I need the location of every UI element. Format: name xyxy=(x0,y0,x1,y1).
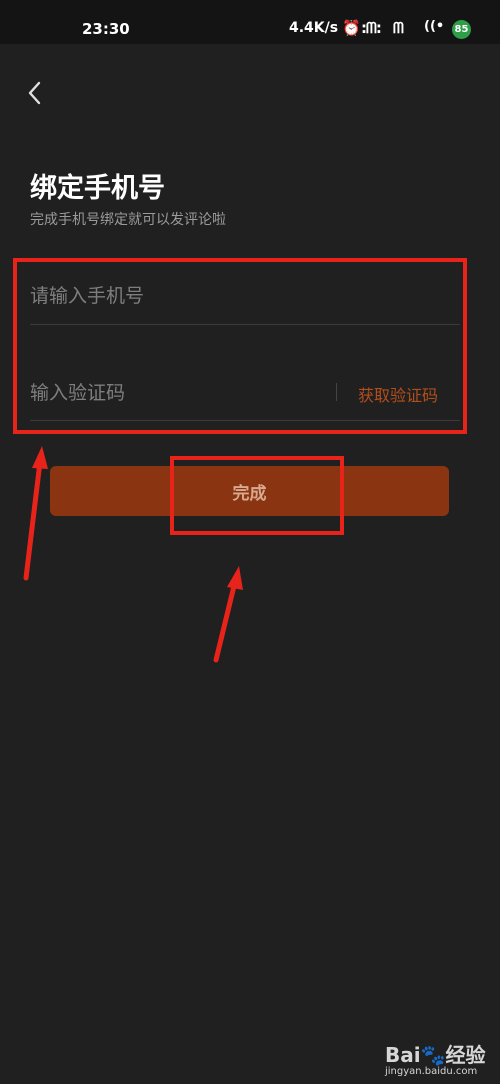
annotation-box-button xyxy=(170,456,344,535)
back-arrow-icon[interactable] xyxy=(24,78,48,108)
network-speed: 4.4K/s xyxy=(289,20,339,36)
watermark-url: jingyan.baidu.com xyxy=(385,1066,478,1077)
arrow-left-head xyxy=(32,446,48,469)
page-subtitle: 完成手机号绑定就可以发评论啦 xyxy=(30,212,226,228)
annotation-box-inputs xyxy=(13,258,467,434)
status-time: 23:30 xyxy=(82,20,130,38)
arrow-center-head xyxy=(227,566,243,590)
baidu-logo: Bai🐾经验 xyxy=(385,1039,486,1068)
baidu-logo-text-3: 经验 xyxy=(445,1043,486,1067)
status-bar: 23:30 4.4K/s ⏰ :ᗰ: ᗰ ((• 85 xyxy=(0,0,500,44)
signal-2-icon: ᗰ xyxy=(393,19,404,37)
battery-icon: 85 xyxy=(452,20,471,39)
page-title: 绑定手机号 xyxy=(30,173,165,204)
signal-icon: :ᗰ: xyxy=(361,19,382,37)
paw-icon: 🐾 xyxy=(420,1043,446,1067)
baidu-watermark: Bai🐾经验 jingyan.baidu.com xyxy=(385,1034,495,1079)
wifi-icon: ((• xyxy=(424,19,445,34)
baidu-logo-text-1: Bai xyxy=(385,1043,421,1067)
arrow-center-shaft xyxy=(213,579,238,663)
arrow-left-shaft xyxy=(23,459,43,581)
alarm-icon: ⏰ xyxy=(342,19,361,37)
annotation-arrows xyxy=(23,446,243,663)
